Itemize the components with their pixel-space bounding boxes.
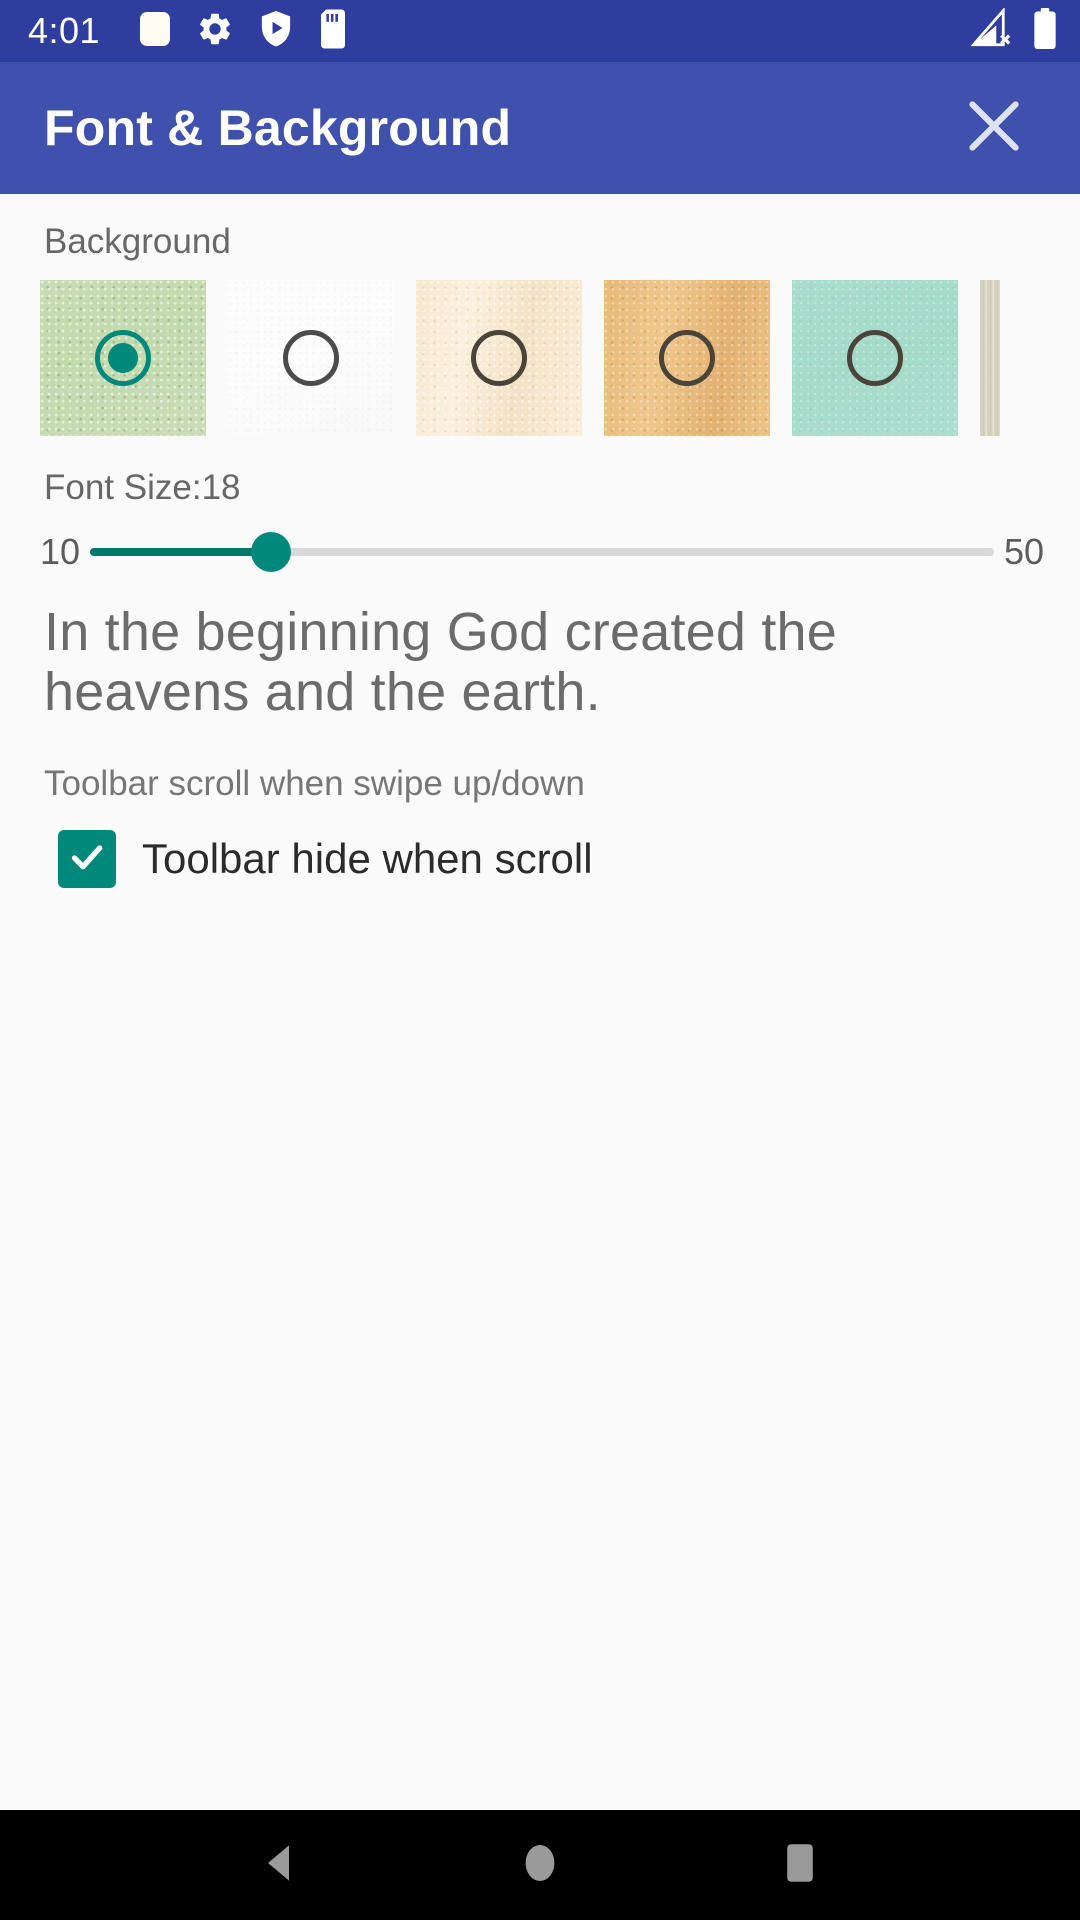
swatch-radio[interactable] xyxy=(659,329,715,386)
toolbar-hide-checkbox[interactable] xyxy=(58,830,116,889)
font-size-slider[interactable] xyxy=(90,531,994,572)
shield-play-icon xyxy=(258,9,294,54)
slider-max-label: 50 xyxy=(1003,530,1044,572)
background-swatch-white-plain[interactable] xyxy=(228,279,394,436)
app-square-icon xyxy=(138,9,172,54)
signal-off-icon xyxy=(968,6,1014,55)
background-swatch-mint-paper[interactable] xyxy=(792,279,958,436)
sd-card-icon xyxy=(318,9,348,54)
font-size-label: Font Size:18 xyxy=(44,467,241,507)
battery-icon xyxy=(1032,7,1058,55)
home-circle-icon xyxy=(516,1839,564,1892)
gear-icon xyxy=(196,10,234,53)
recents-button[interactable] xyxy=(745,1810,855,1920)
background-swatch-next-partial[interactable] xyxy=(980,279,1000,436)
close-button[interactable] xyxy=(946,80,1042,176)
font-preview-text: In the beginning God created the heavens… xyxy=(44,601,837,722)
background-swatch-cream-paper[interactable] xyxy=(416,279,582,436)
settings-content: Background Font Size:18 10 50 In the beg… xyxy=(0,194,1080,1810)
system-navigation-bar xyxy=(0,1810,1080,1920)
background-section-label: Background xyxy=(44,222,231,261)
close-icon xyxy=(959,91,1029,166)
swatch-radio[interactable] xyxy=(847,329,903,386)
slider-min-label: 10 xyxy=(40,530,81,572)
page-title: Font & Background xyxy=(44,100,512,156)
back-button[interactable] xyxy=(225,1810,335,1920)
status-bar-clock: 4:01 xyxy=(28,10,101,51)
back-triangle-icon xyxy=(256,1839,304,1892)
home-button[interactable] xyxy=(485,1810,595,1920)
background-swatch-list[interactable] xyxy=(0,279,1080,436)
swatch-radio[interactable] xyxy=(283,329,339,386)
status-bar-notification-icons xyxy=(138,9,348,54)
status-bar-system-icons xyxy=(968,6,1058,55)
toolbar-hide-row[interactable]: Toolbar hide when scroll xyxy=(0,830,1080,889)
recents-square-icon xyxy=(776,1839,824,1892)
background-swatch-tan-paper[interactable] xyxy=(604,279,770,436)
app-bar: Font & Background xyxy=(0,62,1080,194)
slider-fill xyxy=(90,547,271,556)
status-bar: 4:01 xyxy=(0,0,1080,62)
font-size-slider-row[interactable]: 10 50 xyxy=(0,524,1080,580)
background-swatch-green-paper[interactable] xyxy=(40,279,206,436)
check-icon xyxy=(67,837,107,882)
swatch-radio[interactable] xyxy=(95,329,151,386)
swatch-texture xyxy=(980,279,1000,436)
slider-thumb[interactable] xyxy=(250,531,291,572)
swatch-radio[interactable] xyxy=(471,329,527,386)
toolbar-hide-label: Toolbar hide when scroll xyxy=(142,835,593,883)
toolbar-scroll-label: Toolbar scroll when swipe up/down xyxy=(44,764,585,804)
